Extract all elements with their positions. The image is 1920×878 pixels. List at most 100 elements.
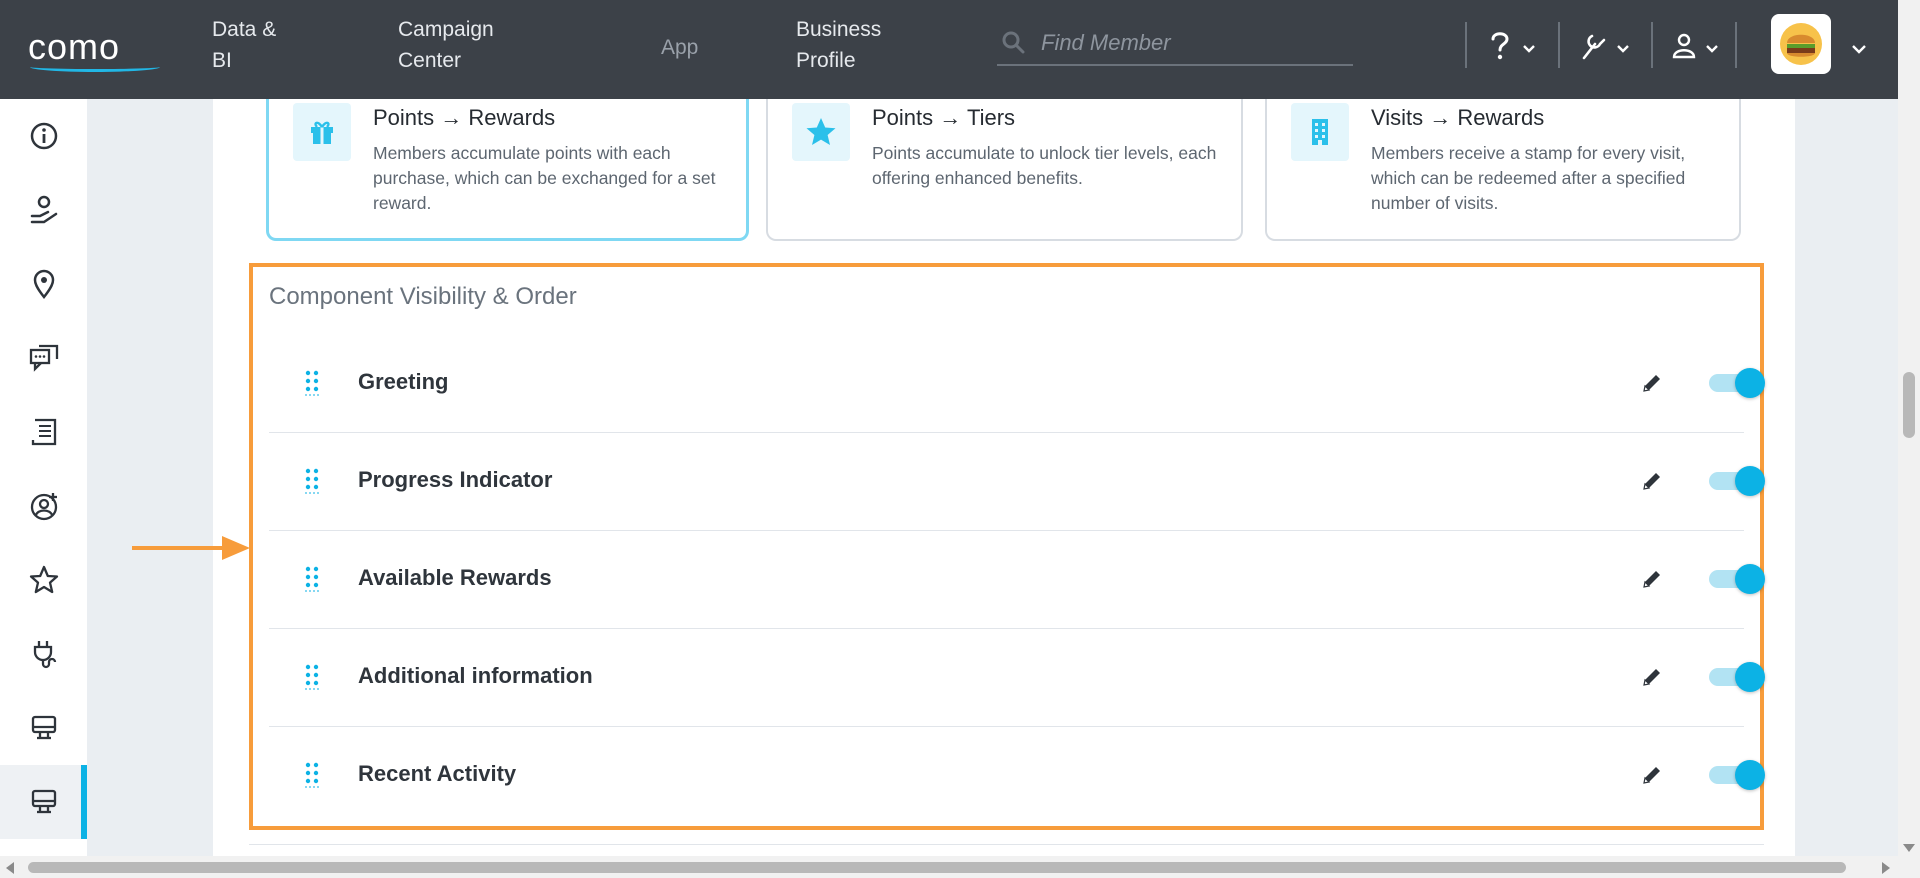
- sidebar-item-info[interactable]: [0, 99, 87, 173]
- visibility-toggle[interactable]: [1707, 463, 1767, 497]
- account-dropdown-button[interactable]: [1851, 30, 1867, 66]
- left-sidebar: [0, 99, 87, 856]
- card-icon-box: [792, 103, 850, 161]
- chevron-down-icon: [1705, 39, 1719, 58]
- edit-pencil-icon[interactable]: [1640, 371, 1664, 399]
- divider: [249, 844, 1764, 845]
- user-circle-add-icon: [30, 493, 57, 521]
- component-label: Additional information: [358, 663, 593, 688]
- card-title: Points → Rewards: [373, 105, 556, 130]
- user-menu-button[interactable]: [1671, 30, 1719, 66]
- visibility-toggle[interactable]: [1707, 365, 1767, 399]
- help-icon: [1486, 29, 1514, 67]
- nav-business-profile[interactable]: Business Profile: [796, 14, 881, 76]
- nav-business-profile-line1: Business: [796, 18, 882, 41]
- user-icon: [1671, 32, 1697, 64]
- tools-menu-button[interactable]: [1578, 30, 1630, 66]
- como-logo[interactable]: como: [28, 26, 160, 72]
- chevron-down-icon: [1522, 39, 1536, 58]
- nav-divider: [1465, 22, 1467, 68]
- card-description: Members accumulate points with each purc…: [373, 143, 716, 213]
- sidebar-item-integrations[interactable]: [0, 617, 87, 691]
- section-title: Component Visibility & Order: [269, 283, 577, 310]
- nav-divider: [1651, 22, 1653, 68]
- plug-icon: [33, 641, 56, 669]
- nav-data-bi[interactable]: Data & BI: [212, 14, 276, 76]
- sidebar-item-members[interactable]: [0, 173, 87, 247]
- search-icon: [1001, 30, 1027, 60]
- business-avatar[interactable]: [1771, 14, 1831, 74]
- top-navbar: como Data & BI Campaign Center App Busin…: [0, 0, 1898, 99]
- annotation-arrow-icon: [132, 536, 250, 560]
- component-label: Progress Indicator: [358, 467, 553, 492]
- nav-campaign-center-line1: Campaign: [398, 18, 494, 41]
- sidebar-item-locations[interactable]: [0, 247, 87, 321]
- sidebar-item-member-profile[interactable]: [0, 469, 87, 543]
- nav-divider: [1558, 22, 1560, 68]
- horizontal-scrollbar[interactable]: [0, 856, 1920, 878]
- main-content: Points → Rewards Members accumulate poin…: [213, 99, 1795, 856]
- card-description: Points accumulate to unlock tier levels,…: [872, 143, 1217, 188]
- hand-user-icon: [30, 195, 57, 224]
- chevron-down-icon: [1616, 39, 1630, 58]
- card-visits-rewards[interactable]: Visits → Rewards Members receive a stamp…: [1265, 99, 1741, 241]
- building-icon: [1312, 119, 1328, 145]
- scroll-left-arrow-icon[interactable]: [6, 862, 14, 874]
- vertical-scrollbar[interactable]: [1898, 0, 1920, 856]
- nav-business-profile-line2: Profile: [796, 49, 856, 72]
- sidebar-item-messages[interactable]: [0, 321, 87, 395]
- toggle-knob: [1735, 564, 1765, 594]
- sidebar-item-loyalty[interactable]: [0, 543, 87, 617]
- scroll-right-arrow-icon[interactable]: [1882, 862, 1890, 874]
- card-icon-box: [293, 103, 351, 161]
- drag-handle-icon[interactable]: [305, 370, 319, 402]
- nav-data-bi-line2: BI: [212, 49, 232, 72]
- nav-divider: [1735, 22, 1737, 68]
- edit-pencil-icon[interactable]: [1640, 763, 1664, 791]
- component-row-available-rewards: Available Rewards: [269, 531, 1765, 629]
- component-label: Available Rewards: [358, 565, 552, 590]
- nav-app[interactable]: App: [661, 32, 698, 63]
- sidebar-item-display[interactable]: [0, 691, 87, 765]
- drag-handle-icon[interactable]: [305, 468, 319, 500]
- star-icon: [29, 565, 58, 594]
- toggle-knob: [1735, 760, 1765, 790]
- drag-handle-icon[interactable]: [305, 566, 319, 598]
- scrollbar-thumb[interactable]: [1903, 372, 1915, 438]
- drag-handle-icon[interactable]: [305, 762, 319, 794]
- scrollbar-thumb[interactable]: [28, 862, 1846, 873]
- visibility-toggle[interactable]: [1707, 757, 1767, 791]
- edit-pencil-icon[interactable]: [1640, 665, 1664, 693]
- toggle-knob: [1735, 466, 1765, 496]
- visibility-toggle[interactable]: [1707, 561, 1767, 595]
- component-visibility-section: Component Visibility & Order Greeting Pr…: [249, 263, 1767, 830]
- card-description: Members receive a stamp for every visit,…: [1371, 143, 1686, 213]
- visibility-toggle[interactable]: [1707, 659, 1767, 693]
- logo-swoosh: [30, 62, 160, 72]
- drag-handle-icon[interactable]: [305, 664, 319, 696]
- component-label: Greeting: [358, 369, 449, 394]
- toggle-knob: [1735, 662, 1765, 692]
- monitor-icon: [31, 715, 56, 740]
- toggle-knob: [1735, 368, 1765, 398]
- find-member-search: [997, 22, 1353, 66]
- star-icon: [806, 118, 836, 145]
- wrench-icon: [1578, 30, 1608, 66]
- edit-pencil-icon[interactable]: [1640, 567, 1664, 595]
- monitor-icon: [31, 789, 56, 814]
- card-title: Visits → Rewards: [1371, 105, 1545, 130]
- card-icon-box: [1291, 103, 1349, 161]
- sidebar-item-app-display[interactable]: [0, 765, 87, 839]
- card-title: Points → Tiers: [872, 105, 1016, 130]
- search-input[interactable]: [1041, 28, 1341, 58]
- nav-app-label: App: [661, 36, 699, 59]
- chat-icon: [29, 344, 58, 372]
- edit-pencil-icon[interactable]: [1640, 469, 1664, 497]
- nav-campaign-center[interactable]: Campaign Center: [398, 14, 494, 76]
- card-points-rewards[interactable]: Points → Rewards Members accumulate poin…: [266, 99, 749, 241]
- card-points-tiers[interactable]: Points → Tiers Points accumulate to unlo…: [766, 99, 1243, 241]
- nav-campaign-center-line2: Center: [398, 49, 462, 72]
- sidebar-item-receipts[interactable]: [0, 395, 87, 469]
- help-menu-button[interactable]: [1486, 30, 1536, 66]
- scroll-down-arrow-icon[interactable]: [1903, 844, 1915, 852]
